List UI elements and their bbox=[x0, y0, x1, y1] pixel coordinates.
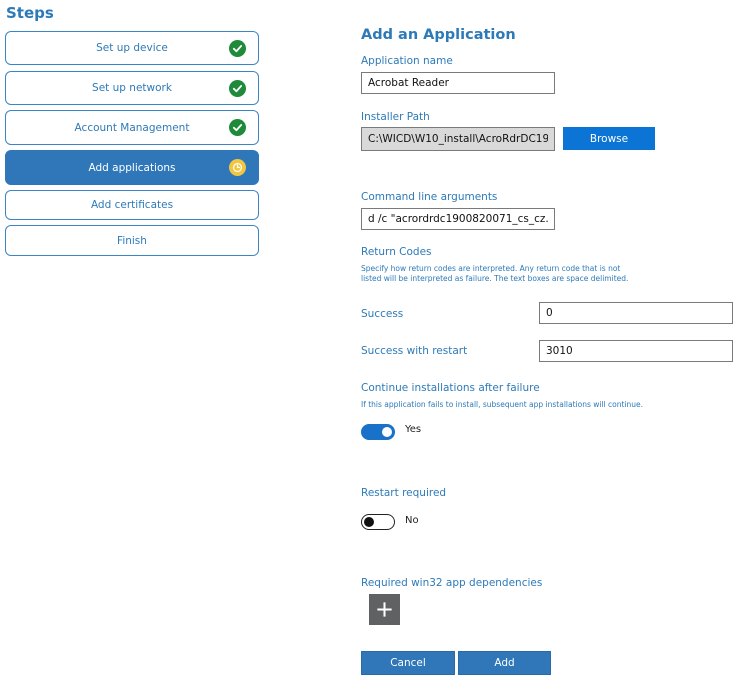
success-codes-input[interactable] bbox=[539, 302, 733, 324]
step-set-up-device[interactable]: Set up device bbox=[5, 31, 259, 65]
step-label: Add certificates bbox=[90, 199, 174, 211]
step-label: Account Management bbox=[74, 121, 190, 134]
restart-required-state: No bbox=[405, 515, 419, 526]
checkmark-icon bbox=[229, 119, 246, 136]
return-codes-label: Return Codes bbox=[361, 246, 432, 258]
browse-button[interactable]: Browse bbox=[563, 127, 655, 150]
return-codes-description: Specify how return codes are interpreted… bbox=[361, 264, 629, 283]
checkmark-icon bbox=[229, 79, 246, 97]
steps-title: Steps bbox=[6, 4, 54, 22]
plus-icon bbox=[377, 602, 392, 617]
checkmark-icon bbox=[229, 39, 246, 57]
continue-after-failure-description: If this application fails to install, su… bbox=[361, 400, 644, 409]
continue-after-failure-toggle[interactable] bbox=[361, 424, 395, 440]
success-label: Success bbox=[361, 308, 404, 320]
add-dependency-button[interactable] bbox=[369, 594, 400, 625]
app-name-input[interactable] bbox=[361, 72, 555, 94]
success-restart-label: Success with restart bbox=[361, 345, 468, 357]
step-add-certificates[interactable]: Add certificates bbox=[5, 190, 259, 220]
step-label: Add applications bbox=[88, 161, 176, 174]
step-finish[interactable]: Finish bbox=[5, 225, 259, 256]
step-label: Set up network bbox=[92, 82, 172, 94]
add-button[interactable]: Add bbox=[458, 651, 551, 675]
step-account-management[interactable]: Account Management bbox=[5, 110, 259, 145]
restart-required-toggle[interactable] bbox=[361, 514, 395, 530]
command-line-input[interactable] bbox=[361, 208, 555, 230]
installer-path-input[interactable] bbox=[361, 127, 555, 151]
app-name-label: Application name bbox=[361, 55, 453, 67]
toggle-knob bbox=[364, 516, 374, 527]
clock-icon bbox=[229, 159, 246, 176]
page-title: Add an Application bbox=[361, 27, 516, 43]
toggle-knob bbox=[382, 426, 392, 437]
continue-after-failure-state: Yes bbox=[405, 424, 422, 435]
step-add-applications[interactable]: Add applications bbox=[5, 150, 259, 185]
installer-path-label: Installer Path bbox=[361, 111, 430, 123]
restart-required-label: Restart required bbox=[361, 487, 447, 499]
step-set-up-network[interactable]: Set up network bbox=[5, 71, 259, 105]
step-label: Finish bbox=[117, 234, 147, 247]
cancel-button[interactable]: Cancel bbox=[361, 651, 455, 675]
command-line-label: Command line arguments bbox=[361, 191, 498, 203]
success-restart-input[interactable] bbox=[539, 340, 733, 362]
step-label: Set up device bbox=[96, 42, 168, 54]
continue-after-failure-label: Continue installations after failure bbox=[361, 382, 540, 394]
dependencies-label: Required win32 app dependencies bbox=[361, 577, 543, 589]
